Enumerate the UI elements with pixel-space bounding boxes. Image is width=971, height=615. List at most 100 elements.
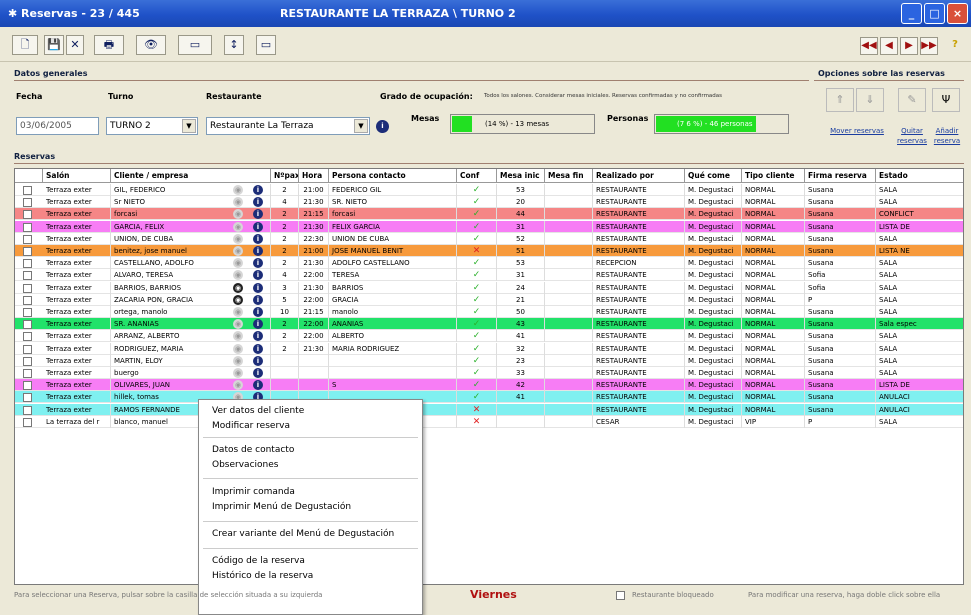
column-header[interactable]: Mesa inic: [497, 169, 545, 183]
info-icon[interactable]: i: [253, 246, 263, 256]
row-checkbox[interactable]: [23, 393, 32, 403]
row-checkbox[interactable]: [23, 356, 32, 366]
info-icon[interactable]: i: [253, 294, 263, 305]
fecha-input[interactable]: 03/06/2005: [16, 117, 99, 135]
column-header[interactable]: Qué come: [685, 169, 742, 183]
table-row[interactable]: Terraza exter ARRANZ, ALBERTO 2 22:00 ALBERT…: [15, 330, 963, 343]
table-row[interactable]: Terraza exter GARCIA, FELIX 2 21:30 FELIX GA…: [15, 220, 963, 233]
eye-icon[interactable]: ◉: [233, 355, 243, 366]
first-record-button[interactable]: ◀◀: [860, 37, 878, 55]
move-up-icon[interactable]: ⇑: [826, 88, 854, 112]
row-checkbox[interactable]: [23, 283, 32, 293]
column-header[interactable]: Persona contacto: [329, 169, 457, 183]
table-row[interactable]: Terraza exter hillek, tomas ✓ 41 RESTAURANTE…: [15, 391, 963, 404]
info-icon[interactable]: i: [253, 282, 263, 293]
row-checkbox[interactable]: [23, 308, 32, 317]
eye-icon[interactable]: ◉: [233, 233, 243, 244]
eye-icon[interactable]: ◉: [233, 368, 243, 378]
row-checkbox[interactable]: [23, 295, 32, 305]
table-row[interactable]: Terraza exter RODRIGUEZ, MARIA 2 21:30 MARIA…: [15, 342, 963, 355]
table-row[interactable]: Terraza exter BARRIOS, BARRIOS 3 21:30 BARRI…: [15, 281, 963, 294]
table-row[interactable]: Terraza exter CASTELLANO, ADOLFO 2 21:30 ADO…: [15, 257, 963, 270]
lock-checkbox[interactable]: [616, 591, 625, 600]
column-header[interactable]: Salón: [43, 169, 111, 183]
menu-item-codigo[interactable]: Código de la reserva: [212, 555, 305, 568]
eye-icon[interactable]: ◉: [233, 246, 243, 256]
menu-item-datos-contacto[interactable]: Datos de contacto: [212, 444, 294, 457]
row-checkbox[interactable]: [23, 222, 32, 232]
eye-icon[interactable]: ◉: [233, 307, 243, 317]
menu-item-imprimir-menu[interactable]: Imprimir Menú de Degustación: [212, 501, 351, 514]
table-row[interactable]: Terraza exter GIL, FEDERICO 2 21:00 FEDERICO…: [15, 184, 963, 196]
row-checkbox[interactable]: [23, 247, 32, 256]
menu-item-modificar[interactable]: Modificar reserva: [212, 420, 290, 433]
info-icon[interactable]: i: [253, 221, 263, 232]
open-button[interactable]: ▭: [256, 35, 276, 55]
row-checkbox[interactable]: [23, 198, 32, 208]
column-header[interactable]: Tipo cliente: [742, 169, 805, 183]
row-checkbox[interactable]: [23, 369, 32, 378]
restaurante-select[interactable]: Restaurante La Terraza ▼: [206, 117, 370, 135]
menu-item-observaciones[interactable]: Observaciones: [212, 459, 278, 472]
column-header[interactable]: Realizado por: [593, 169, 685, 183]
row-checkbox[interactable]: [23, 186, 32, 195]
quitar-reservas-link[interactable]: Quitar reservas: [896, 126, 928, 146]
info-icon[interactable]: i: [376, 120, 389, 133]
table-row[interactable]: Terraza exter OLIVARES, JUAN S ✓ 42 RESTAURAN…: [15, 379, 963, 392]
table-row[interactable]: Terraza exter forcasi 2 21:15 forcasi ✓ 44 REST…: [15, 208, 963, 221]
row-checkbox[interactable]: [23, 234, 32, 244]
turno-select[interactable]: TURNO 2 ▼: [106, 117, 198, 135]
table-row[interactable]: Terraza exter benitez, jose manuel 2 21:00 J…: [15, 245, 963, 257]
eye-icon[interactable]: ◉: [233, 343, 243, 354]
info-icon[interactable]: i: [253, 307, 263, 317]
row-checkbox[interactable]: [23, 210, 32, 220]
row-checkbox[interactable]: [23, 344, 32, 354]
minimize-button[interactable]: _: [901, 3, 922, 24]
close-button[interactable]: ×: [947, 3, 968, 24]
column-header[interactable]: Mesa fin: [545, 169, 593, 183]
menu-item-crear-variante[interactable]: Crear variante del Menú de Degustación: [212, 528, 394, 541]
menu-item-ver-datos[interactable]: Ver datos del cliente: [212, 405, 304, 418]
table-row[interactable]: Terraza exter ZACARIA PON, GRACIA 5 22:00 GR…: [15, 293, 963, 306]
last-record-button[interactable]: ▶▶: [920, 37, 938, 55]
table-row[interactable]: Terraza exter ortega, manolo 10 21:15 manolo…: [15, 306, 963, 318]
mover-reservas-link[interactable]: Mover reservas: [826, 126, 888, 136]
menu-item-historico[interactable]: Histórico de la reserva: [212, 570, 313, 583]
table-row[interactable]: Terraza exter SR. ANANIAS 2 22:00 ANANIAS ✓ 43…: [15, 318, 963, 331]
column-header[interactable]: Nºpax: [271, 169, 299, 183]
row-checkbox[interactable]: [23, 320, 32, 330]
remove-icon[interactable]: ✎: [898, 88, 926, 112]
column-header[interactable]: Firma reserva: [805, 169, 876, 183]
info-icon[interactable]: i: [253, 355, 263, 366]
table-row[interactable]: Terraza exter ALVARO, TERESA 4 22:00 TERESA ✓…: [15, 269, 963, 282]
eye-icon[interactable]: ◉: [233, 221, 243, 232]
view-button[interactable]: ▭: [178, 35, 212, 55]
table-row[interactable]: Terraza exter MARTIN, ELOY ✓ 23 RESTAURANTE M…: [15, 354, 963, 367]
row-checkbox[interactable]: [23, 381, 32, 391]
save-button[interactable]: 💾: [44, 35, 64, 55]
column-header[interactable]: Cliente / empresa: [111, 169, 271, 183]
anadir-reserva-link[interactable]: Añadir reserva: [930, 126, 964, 146]
row-checkbox[interactable]: [23, 332, 32, 342]
print-button[interactable]: 🖶: [94, 35, 124, 55]
table-row[interactable]: La terraza del r blanco, manuel ✕ CESAR M. D…: [15, 415, 963, 428]
table-row[interactable]: Terraza exter Sr NIETO 4 21:30 SR. NIETO ✓ 20 R…: [15, 196, 963, 209]
new-button[interactable]: 🗋: [12, 35, 38, 55]
chevron-down-icon[interactable]: ▼: [182, 119, 196, 133]
column-header[interactable]: Estado: [876, 169, 963, 183]
header-select[interactable]: [15, 169, 43, 183]
sort-button[interactable]: ↕: [224, 35, 244, 55]
table-row[interactable]: Terraza exter RAMOS FERNANDE ✕ RESTAURANTE M…: [15, 403, 963, 416]
column-header[interactable]: Conf: [457, 169, 497, 183]
menu-item-imprimir-comanda[interactable]: Imprimir comanda: [212, 486, 295, 499]
info-icon[interactable]: i: [253, 343, 263, 354]
help-button[interactable]: ?: [946, 37, 964, 55]
next-record-button[interactable]: ▶: [900, 37, 918, 55]
row-checkbox[interactable]: [23, 271, 32, 281]
prev-record-button[interactable]: ◀: [880, 37, 898, 55]
table-row[interactable]: Terraza exter UNION, DE CUBA 2 22:30 UNION D…: [15, 232, 963, 245]
row-checkbox[interactable]: [23, 417, 32, 427]
column-header[interactable]: Hora: [299, 169, 329, 183]
move-down-icon[interactable]: ⇓: [856, 88, 884, 112]
info-icon[interactable]: i: [253, 185, 263, 195]
